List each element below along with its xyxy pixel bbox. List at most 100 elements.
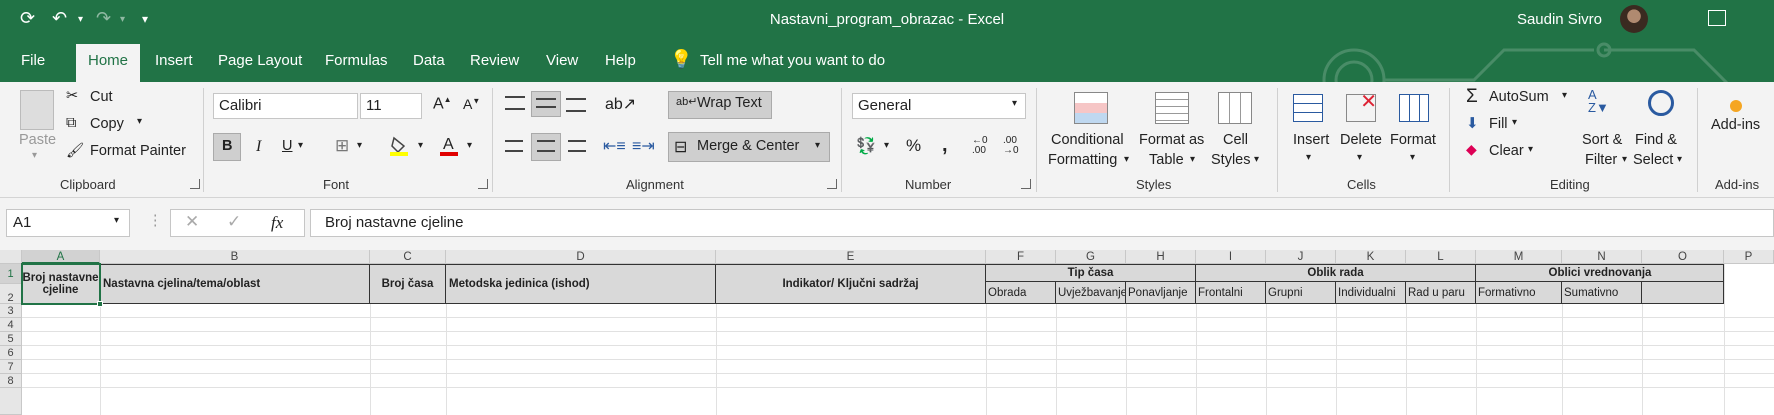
underline-button[interactable]: U (282, 138, 292, 154)
fill-color-dropdown-icon[interactable]: ▾ (418, 140, 423, 151)
cell-m2[interactable]: Formativno (1476, 282, 1562, 304)
orientation-icon[interactable]: ab↗ (605, 94, 636, 114)
tab-home[interactable]: Home (76, 44, 141, 82)
underline-dropdown-icon[interactable]: ▾ (298, 140, 303, 151)
increase-indent-icon[interactable]: ≡⇥ (632, 136, 655, 156)
number-format-box[interactable]: General (852, 93, 1026, 119)
paste-icon[interactable] (20, 90, 54, 130)
column-header-j[interactable]: J (1266, 250, 1336, 264)
conditional-formatting-label-2[interactable]: Formatting (1048, 152, 1117, 168)
cell-k2[interactable]: Individualni (1336, 282, 1406, 304)
cell-n2[interactable]: Sumativno (1562, 282, 1642, 304)
increase-decimal-icon[interactable]: ←0.00 (972, 136, 988, 156)
formula-input[interactable]: Broj nastavne cjeline (310, 209, 1774, 237)
comma-button[interactable]: , (942, 134, 948, 157)
row-header-6[interactable]: 6 (0, 346, 22, 360)
find-select-label-2[interactable]: Select (1633, 152, 1673, 168)
font-size-box[interactable]: 11 (360, 93, 422, 119)
decrease-decimal-icon[interactable]: .00 →0 (1003, 136, 1019, 156)
cell-c1[interactable]: Broj časa (370, 264, 446, 304)
spreadsheet-grid[interactable]: A B C D E F G H I J K L M N O P 1 2 3 4 … (0, 250, 1774, 415)
font-launcher-icon[interactable] (478, 179, 488, 189)
row-header-7[interactable]: 7 (0, 360, 22, 374)
ribbon-display-options-icon[interactable] (1708, 10, 1726, 26)
conditional-formatting-dropdown-icon[interactable]: ▾ (1124, 154, 1129, 165)
fill-color-icon[interactable] (390, 136, 408, 156)
autosum-button[interactable]: AutoSum (1489, 89, 1549, 105)
cell-oblik-rada[interactable]: Oblik rada (1196, 264, 1476, 282)
cell-oblici-vrednovanja[interactable]: Oblici vrednovanja (1476, 264, 1724, 282)
user-name[interactable]: Saudin Sivro (1517, 11, 1602, 28)
top-align-icon[interactable] (505, 96, 525, 110)
avatar[interactable] (1620, 5, 1648, 33)
addins-button[interactable]: Add-ins (1711, 117, 1760, 133)
format-as-table-label-2[interactable]: Table (1149, 152, 1184, 168)
cell-l2[interactable]: Rad u paru (1406, 282, 1476, 304)
number-launcher-icon[interactable] (1021, 179, 1031, 189)
cell-b1[interactable]: Nastavna cjelina/tema/oblast (100, 264, 370, 304)
alignment-launcher-icon[interactable] (827, 179, 837, 189)
column-header-e[interactable]: E (716, 250, 986, 264)
cut-button[interactable]: Cut (90, 89, 113, 105)
insert-dropdown-icon[interactable]: ▾ (1306, 152, 1311, 163)
increase-font-icon[interactable]: A▲ (433, 95, 452, 113)
row-header-2[interactable]: 2 (0, 284, 22, 304)
number-format-dropdown-icon[interactable]: ▾ (1012, 98, 1017, 109)
cell-styles-label-2[interactable]: Styles (1211, 152, 1251, 168)
decrease-font-icon[interactable]: A▼ (463, 96, 480, 112)
cell-f2[interactable]: Obrada (986, 282, 1056, 304)
tab-review[interactable]: Review (470, 52, 519, 69)
cell-d1[interactable]: Metodska jedinica (ishod) (446, 264, 716, 304)
tab-insert[interactable]: Insert (155, 52, 193, 69)
cell-g2[interactable]: Uvježbavanje (1056, 282, 1126, 304)
bottom-align-icon[interactable] (566, 98, 586, 112)
decrease-indent-icon[interactable]: ⇤≡ (603, 136, 626, 156)
merge-center-dropdown-icon[interactable]: ▾ (815, 140, 820, 151)
copy-dropdown-icon[interactable]: ▾ (137, 116, 142, 127)
delete-dropdown-icon[interactable]: ▾ (1357, 152, 1362, 163)
paste-dropdown-icon[interactable]: ▾ (32, 150, 37, 161)
fill-handle[interactable] (97, 301, 103, 307)
column-header-b[interactable]: B (100, 250, 370, 264)
row-header-8[interactable]: 8 (0, 374, 22, 388)
cell-styles-dropdown-icon[interactable]: ▾ (1254, 154, 1259, 165)
cancel-entry-icon[interactable]: ✕ (185, 212, 199, 232)
paste-button[interactable]: Paste (19, 132, 56, 148)
tab-file[interactable]: File (21, 52, 45, 69)
format-dropdown-icon[interactable]: ▾ (1410, 152, 1415, 163)
select-all-corner[interactable] (0, 250, 22, 264)
borders-dropdown-icon[interactable]: ▾ (357, 140, 362, 151)
name-box[interactable]: A1 (6, 209, 130, 237)
sort-filter-label-2[interactable]: Filter (1585, 152, 1617, 168)
sort-filter-dropdown-icon[interactable]: ▾ (1622, 154, 1627, 165)
cell-j2[interactable]: Grupni (1266, 282, 1336, 304)
row-header-5[interactable]: 5 (0, 332, 22, 346)
column-header-p[interactable]: P (1724, 250, 1774, 264)
align-right-icon[interactable] (568, 140, 586, 152)
accounting-dropdown-icon[interactable]: ▾ (884, 140, 889, 151)
tab-page-layout[interactable]: Page Layout (218, 52, 302, 69)
sort-filter-label-1[interactable]: Sort & (1582, 132, 1622, 148)
find-select-dropdown-icon[interactable]: ▾ (1677, 154, 1682, 165)
format-as-table-label-1[interactable]: Format as (1139, 132, 1204, 148)
font-name-box[interactable]: Calibri (213, 93, 358, 119)
row-header-3[interactable]: 3 (0, 304, 22, 318)
align-left-icon[interactable] (505, 140, 523, 152)
tab-formulas[interactable]: Formulas (325, 52, 388, 69)
percent-button[interactable]: % (906, 136, 921, 156)
tell-me-search[interactable]: Tell me what you want to do (700, 52, 885, 69)
cell-e1[interactable]: Indikator/ Ključni sadržaj (716, 264, 986, 304)
cell-i2[interactable]: Frontalni (1196, 282, 1266, 304)
insert-cells-button[interactable]: Insert (1293, 132, 1329, 148)
column-header-a[interactable]: A (22, 250, 100, 264)
row-header-4[interactable]: 4 (0, 318, 22, 332)
accounting-format-icon[interactable]: 💱 (856, 136, 876, 156)
font-color-icon[interactable]: A (440, 134, 458, 156)
cell-styles-label-1[interactable]: Cell (1223, 132, 1248, 148)
column-header-h[interactable]: H (1126, 250, 1196, 264)
format-cells-button[interactable]: Format (1390, 132, 1436, 148)
autosum-dropdown-icon[interactable]: ▾ (1562, 90, 1567, 101)
format-as-table-dropdown-icon[interactable]: ▾ (1190, 154, 1195, 165)
conditional-formatting-label-1[interactable]: Conditional (1051, 132, 1124, 148)
tab-help[interactable]: Help (605, 52, 636, 69)
